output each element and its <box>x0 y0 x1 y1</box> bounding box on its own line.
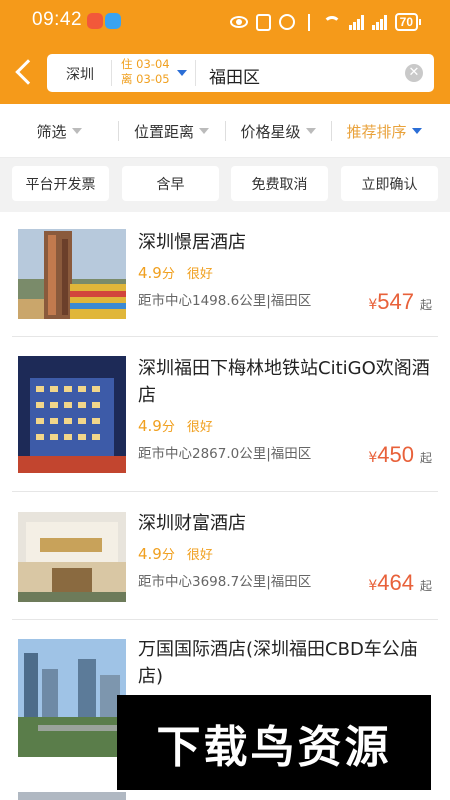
filter-bar: 筛选 位置距离 价格星级 推荐排序 <box>0 104 450 158</box>
hotel-distance: 距市中心2867.0公里|福田区 <box>138 446 312 462</box>
notification-app-icon <box>87 13 103 29</box>
price-currency: ¥ <box>368 450 378 466</box>
eye-comfort-icon <box>229 16 248 28</box>
price-value: 450 <box>377 442 414 467</box>
watermark-logo: 下载鸟资源 <box>117 695 431 790</box>
signal-icon-2 <box>371 14 387 30</box>
clear-icon[interactable]: ✕ <box>405 64 423 82</box>
filter-tab-label: 价格星级 <box>240 122 301 141</box>
filter-tab-location[interactable]: 位置距离 <box>118 104 225 158</box>
hotel-price: ¥450 起 <box>368 442 432 468</box>
hotel-price: ¥547 起 <box>368 289 432 315</box>
chip-instant-confirm[interactable]: 立即确认 <box>341 166 438 201</box>
filter-tab-label: 位置距离 <box>133 122 194 141</box>
checkout-date: 03-05 <box>136 72 170 86</box>
filter-tab-price[interactable]: 价格星级 <box>225 104 331 158</box>
wifi-icon <box>322 15 341 29</box>
filter-tab-screen[interactable]: 筛选 <box>0 104 118 158</box>
checkout-label: 离 <box>121 72 133 86</box>
status-icons: 70 <box>229 11 422 33</box>
status-time: 09:42 <box>32 9 83 30</box>
filter-tab-label: 推荐排序 <box>346 122 407 141</box>
rating-score: 4.9 <box>138 545 162 563</box>
price-currency: ¥ <box>368 578 378 594</box>
rating-score: 4.9 <box>138 417 162 435</box>
rating-score: 4.9 <box>138 264 162 282</box>
chip-free-cancel[interactable]: 免费取消 <box>231 166 328 201</box>
chip-breakfast[interactable]: 含早 <box>122 166 219 201</box>
bluetooth-icon <box>303 13 315 31</box>
hotel-name: 深圳憬居酒店 <box>138 232 246 253</box>
signal-icon <box>348 14 364 30</box>
hotel-rating: 4.9分 很好 <box>138 544 213 563</box>
triangle-down-icon <box>71 128 82 134</box>
search-bar[interactable]: 深圳 住 03-04 离 03-05 福田区 ✕ <box>47 54 434 92</box>
hotel-rating: 4.9分 很好 <box>138 416 213 435</box>
chevron-down-icon <box>177 70 187 76</box>
rating-unit: 分 <box>161 267 175 282</box>
nfc-icon <box>255 13 271 31</box>
triangle-down-icon <box>199 128 209 134</box>
hotel-distance: 距市中心1498.6公里|福田区 <box>138 293 312 309</box>
hotel-photo <box>18 229 126 319</box>
divider <box>12 619 438 620</box>
app-header: 09:42 70 深圳 住 03-04 离 03-05 福田区 ✕ <box>0 0 450 104</box>
date-selector[interactable]: 住 03-04 离 03-05 <box>121 57 170 87</box>
hotel-name: 万国国际酒店(深圳福田CBD车公庙店) <box>138 639 418 687</box>
hotel-photo <box>18 356 126 473</box>
rating-text: 很好 <box>186 267 213 282</box>
search-input[interactable]: 福田区 <box>209 63 260 88</box>
filter-tab-sort[interactable]: 推荐排序 <box>331 104 437 158</box>
filter-tab-label: 筛选 <box>36 122 67 141</box>
quick-filter-chips: 平台开发票 含早 免费取消 立即确认 <box>0 158 450 212</box>
chip-invoice[interactable]: 平台开发票 <box>12 166 109 201</box>
hotel-card[interactable]: 深圳福田下梅林地铁站CitiGO欢阁酒店 4.9分 很好 距市中心2867.0公里… <box>0 338 450 492</box>
hotel-rating: 4.9分 很好 <box>138 263 213 282</box>
battery-icon: 70 <box>394 13 422 31</box>
price-suffix: 起 <box>419 298 432 312</box>
price-value: 547 <box>377 289 414 314</box>
rating-text: 很好 <box>186 420 213 435</box>
triangle-down-icon <box>411 128 422 134</box>
checkin-label: 住 <box>121 57 133 71</box>
triangle-down-icon <box>305 128 316 134</box>
hotel-distance: 距市中心3698.7公里|福田区 <box>138 574 312 590</box>
divider <box>195 60 196 86</box>
hotel-card[interactable]: 深圳财富酒店 4.9分 很好 距市中心3698.7公里|福田区 ¥464 起 <box>0 493 450 620</box>
message-app-icon <box>105 13 121 29</box>
hotel-price: ¥464 起 <box>368 570 432 596</box>
hotel-card[interactable] <box>0 792 450 800</box>
divider <box>12 336 438 337</box>
price-currency: ¥ <box>368 297 378 313</box>
alarm-icon <box>278 14 295 30</box>
city-selector[interactable]: 深圳 <box>66 64 94 84</box>
status-bar: 09:42 70 <box>0 0 450 44</box>
checkin-date: 03-04 <box>136 57 170 71</box>
hotel-photo <box>18 792 126 800</box>
hotel-card[interactable]: 深圳憬居酒店 4.9分 很好 距市中心1498.6公里|福田区 ¥547 起 <box>0 212 450 337</box>
hotel-photo <box>18 639 126 757</box>
hotel-name: 深圳福田下梅林地铁站CitiGO欢阁酒店 <box>138 358 430 406</box>
price-suffix: 起 <box>419 451 432 465</box>
rating-unit: 分 <box>161 548 175 563</box>
divider <box>111 60 112 86</box>
divider <box>12 491 438 492</box>
hotel-photo <box>18 512 126 602</box>
rating-text: 很好 <box>186 548 213 563</box>
rating-unit: 分 <box>161 420 175 435</box>
price-value: 464 <box>377 570 414 595</box>
back-arrow-icon[interactable] <box>15 59 41 85</box>
hotel-name: 深圳财富酒店 <box>138 513 246 534</box>
price-suffix: 起 <box>419 579 432 593</box>
